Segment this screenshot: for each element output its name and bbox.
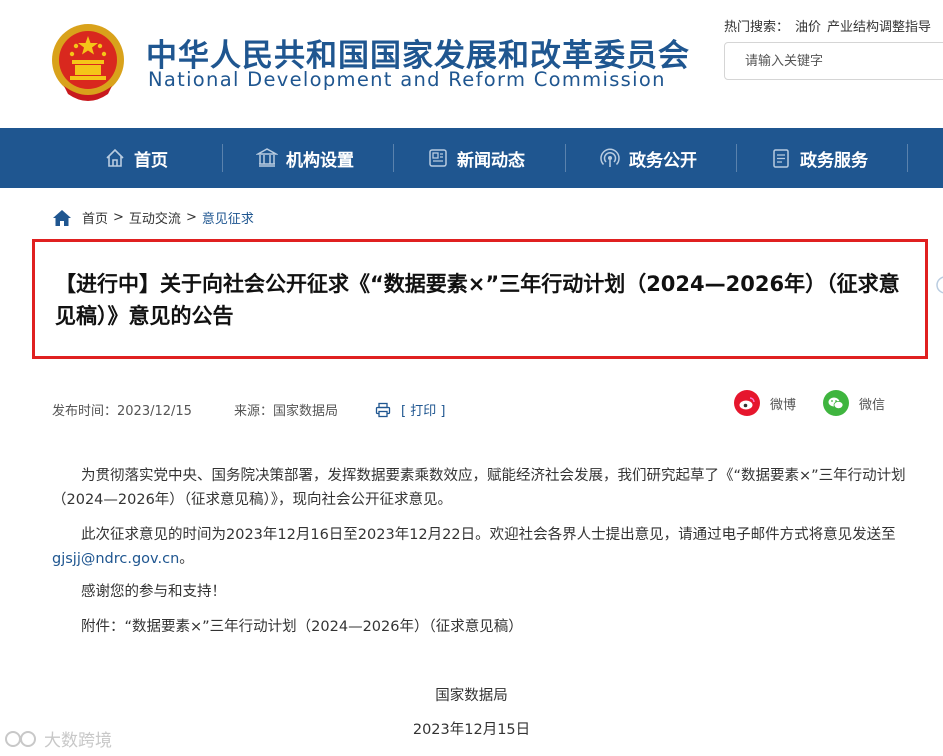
more-nav-icon[interactable] (934, 274, 943, 296)
document-icon (773, 149, 789, 168)
share-weibo-button[interactable]: 微博 (734, 390, 796, 416)
home-icon (106, 148, 124, 167)
source-info: 来源：国家数据局 (234, 400, 338, 419)
print-label: [ 打印 ] (401, 404, 446, 419)
weibo-icon (734, 390, 760, 416)
nav-item-news[interactable]: 新闻动态 (427, 128, 525, 188)
share-wechat-label: 微信 (859, 397, 886, 413)
article-paragraph: 为贯彻落实党中央、国务院决策部署，发挥数据要素乘数效应，赋能经济社会发展，我们研… (52, 468, 906, 508)
hot-search-link[interactable]: 油价 (795, 20, 821, 35)
national-emblem-icon[interactable] (50, 20, 126, 104)
watermark-logo-icon (5, 730, 36, 747)
signature-date: 2023年12月15日 (412, 722, 531, 738)
breadcrumb-interaction[interactable]: 互动交流 (129, 208, 181, 227)
email-link[interactable]: gjsjj@ndrc.gov.cn (52, 551, 179, 567)
main-nav: 首页 机构设置 新闻动态 政务公开 政务服务 (0, 128, 943, 294)
search-box (724, 42, 943, 80)
printer-icon (375, 402, 391, 417)
nav-divider (393, 144, 394, 172)
publish-info: 发布时间：2023/12/15 (52, 400, 192, 419)
wechat-icon (823, 390, 849, 416)
building-icon (256, 148, 278, 167)
share-weibo-label: 微博 (770, 397, 797, 413)
source-label: 来源： (234, 404, 274, 419)
search-input[interactable] (743, 43, 943, 79)
nav-item-organization[interactable]: 机构设置 (256, 128, 354, 188)
nav-item-label: 机构设置 (286, 150, 354, 171)
nav-divider (565, 144, 566, 172)
hot-search: 热门搜索： 油价 产业结构调整指导 (724, 16, 931, 35)
share-wechat-button[interactable]: 微信 (823, 390, 885, 416)
article-title: 【进行中】关于向社会公开征求《“数据要素×”三年行动计划（2024—2026年）… (55, 272, 900, 328)
attachment-line: 附件：“数据要素×”三年行动计划（2024—2026年）（征求意见稿） (81, 619, 523, 635)
print-button[interactable]: [ 打印 ] (375, 400, 445, 419)
watermark-text: 大数跨境 (44, 731, 112, 751)
nav-item-government-services[interactable]: 政务服务 (770, 128, 868, 188)
signature-org: 国家数据局 (435, 688, 508, 704)
source-value: 国家数据局 (273, 404, 339, 419)
home-icon[interactable] (52, 209, 72, 227)
site-title-en: National Development and Reform Commissi… (148, 68, 666, 91)
site-header: 中华人民共和国国家发展和改革委员会 National Development a… (0, 0, 943, 128)
nav-item-label: 政务服务 (800, 150, 868, 171)
article-paragraph: 感谢您的参与和支持！ (81, 584, 226, 600)
hot-search-link[interactable]: 产业结构调整指导 (827, 20, 931, 35)
nav-divider (907, 144, 908, 172)
hot-search-label: 热门搜索： (724, 20, 790, 35)
watermark: 大数跨境 (4, 726, 112, 751)
nav-item-label: 新闻动态 (457, 150, 525, 171)
paragraph-text-end: 。 (179, 551, 194, 567)
publish-date: 2023/12/15 (117, 404, 192, 419)
nav-item-label: 首页 (134, 150, 168, 171)
breadcrumb-home[interactable]: 首页 (82, 208, 108, 227)
breadcrumb-current[interactable]: 意见征求 (202, 208, 254, 227)
nav-item-label: 政务公开 (629, 150, 697, 171)
breadcrumb-separator: > (113, 210, 124, 225)
publish-label: 发布时间： (52, 404, 118, 419)
nav-item-home[interactable]: 首页 (104, 128, 168, 188)
breadcrumb: 首页 > 互动交流 > 意见征求 (52, 208, 254, 227)
news-icon (429, 149, 447, 167)
broadcast-icon (600, 148, 620, 167)
article-paragraph: 此次征求意见的时间为2023年12月16日至2023年12月22日。欢迎社会各界… (52, 523, 914, 571)
nav-divider (736, 144, 737, 172)
nav-divider (222, 144, 223, 172)
nav-item-government-affairs[interactable]: 政务公开 (599, 128, 697, 188)
breadcrumb-separator: > (185, 210, 197, 225)
paragraph-text: 此次征求意见的时间为2023年12月16日至2023年12月22日。欢迎社会各界… (81, 527, 896, 543)
